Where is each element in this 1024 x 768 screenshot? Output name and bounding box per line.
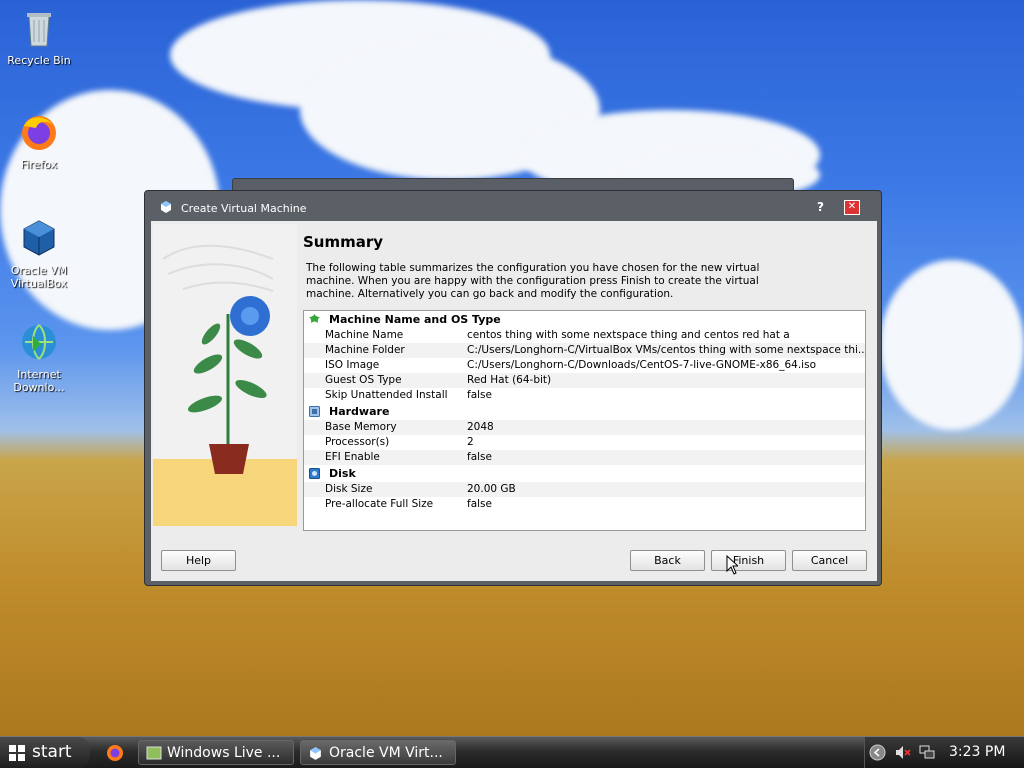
row-value: false [467, 498, 492, 510]
table-row: Machine Folder C:/Users/Longhorn-C/Virtua… [304, 343, 865, 358]
row-key: Processor(s) [325, 436, 390, 448]
dialog-title: Create Virtual Machine [181, 202, 307, 215]
desktop-icon-virtualbox[interactable]: Oracle VM VirtualBox [4, 218, 74, 290]
virtualbox-icon [310, 747, 321, 760]
row-key: Base Memory [325, 421, 397, 433]
plant-illustration [153, 224, 297, 526]
desktop-icon-label: Oracle VM VirtualBox [10, 264, 68, 290]
desktop-icon-recycle-bin[interactable]: Recycle Bin [4, 8, 74, 67]
help-question-icon[interactable]: ? [817, 200, 824, 214]
taskbar-clock[interactable]: 3:23 PM [949, 744, 1005, 760]
row-key: ISO Image [325, 359, 380, 371]
row-key: Machine Folder [325, 344, 405, 356]
firefox-quicklaunch-icon[interactable] [106, 744, 124, 762]
disk-icon [309, 468, 320, 479]
start-label: start [32, 742, 72, 762]
row-key: Disk Size [325, 483, 373, 495]
row-key: Pre-allocate Full Size [325, 498, 434, 510]
virtualbox-icon [23, 220, 55, 256]
section-title: Machine Name and OS Type [329, 313, 501, 326]
finish-button[interactable]: Finish [711, 550, 786, 571]
table-row: ISO Image C:/Users/Longhorn-C/Downloads/C… [304, 358, 865, 373]
close-button[interactable]: ✕ [844, 200, 860, 215]
table-row: Pre-allocate Full Size false [304, 497, 865, 512]
section-machine-name: Machine Name and OS Type [304, 311, 865, 328]
row-key: Guest OS Type [325, 374, 402, 386]
row-value: Red Hat (64-bit) [467, 374, 552, 386]
row-key: EFI Enable [325, 451, 380, 463]
row-value: false [467, 451, 492, 463]
row-key: Machine Name [325, 329, 404, 341]
hardware-chip-icon [309, 406, 320, 417]
summary-heading: Summary [303, 233, 384, 251]
start-button[interactable]: start [0, 737, 90, 768]
help-button[interactable]: Help [161, 550, 236, 571]
table-row: Processor(s) 2 [304, 435, 865, 450]
row-value: false [467, 389, 492, 401]
table-row: Disk Size 20.00 GB [304, 482, 865, 497]
desktop-icon-internet-download-manager[interactable]: Internet Downlo... [4, 322, 74, 394]
table-row: Machine Name centos thing with some nexts… [304, 328, 865, 343]
table-row: Base Memory 2048 [304, 420, 865, 435]
taskbar: start Windows Live ... Oracle VM Virt...… [0, 736, 1024, 768]
system-tray: 3:23 PM [864, 737, 1024, 768]
desktop-icon-label: Recycle Bin [7, 54, 71, 67]
taskbar-item-virtualbox[interactable]: Oracle VM Virt... [300, 740, 456, 765]
table-row: EFI Enable false [304, 450, 865, 465]
row-key: Skip Unattended Install [325, 389, 448, 401]
table-row: Skip Unattended Install false [304, 388, 865, 403]
tray-expand-icon[interactable] [869, 744, 886, 761]
dialog-titlebar[interactable]: Create Virtual Machine ? ✕ [145, 191, 881, 221]
desktop-icon-firefox[interactable]: Firefox [4, 112, 74, 171]
back-button[interactable]: Back [630, 550, 705, 571]
create-vm-dialog: Create Virtual Machine ? ✕ Summary The f… [144, 190, 882, 586]
row-value: C:/Users/Longhorn-C/VirtualBox VMs/cento… [467, 344, 865, 356]
row-value: centos thing with some nextspace thing a… [467, 329, 790, 341]
dialog-client-area: Summary The following table summarizes t… [151, 221, 877, 581]
machine-name-icon [309, 314, 320, 323]
row-value: 2048 [467, 421, 494, 433]
section-disk: Disk [304, 465, 865, 482]
volume-muted-icon[interactable] [895, 745, 911, 760]
section-title: Hardware [329, 405, 390, 418]
row-value: 20.00 GB [467, 483, 516, 495]
recycle-bin-icon [27, 13, 51, 47]
desktop-icon-label: Firefox [20, 158, 58, 171]
firefox-icon [22, 116, 56, 150]
table-row: Guest OS Type Red Hat (64-bit) [304, 373, 865, 388]
windows-logo-icon [9, 745, 25, 761]
section-hardware: Hardware [304, 403, 865, 420]
windows-live-icon [146, 746, 162, 760]
virtualbox-icon [161, 201, 171, 213]
cloud [880, 260, 1024, 430]
taskbar-item-label: Oracle VM Virt... [329, 745, 443, 761]
mouse-cursor-icon [726, 555, 738, 575]
section-title: Disk [329, 467, 356, 480]
taskbar-item-label: Windows Live ... [167, 745, 281, 761]
cancel-button[interactable]: Cancel [792, 550, 867, 571]
row-value: 2 [467, 436, 474, 448]
network-icon[interactable] [919, 745, 935, 760]
desktop-icon-label: Internet Downlo... [13, 368, 65, 394]
summary-description: The following table summarizes the confi… [306, 262, 760, 300]
internet-download-manager-icon [22, 324, 56, 360]
summary-table[interactable]: Machine Name and OS Type Machine Name cen… [303, 310, 866, 531]
taskbar-item-windows-live[interactable]: Windows Live ... [138, 740, 294, 765]
row-value: C:/Users/Longhorn-C/Downloads/CentOS-7-l… [467, 359, 816, 371]
